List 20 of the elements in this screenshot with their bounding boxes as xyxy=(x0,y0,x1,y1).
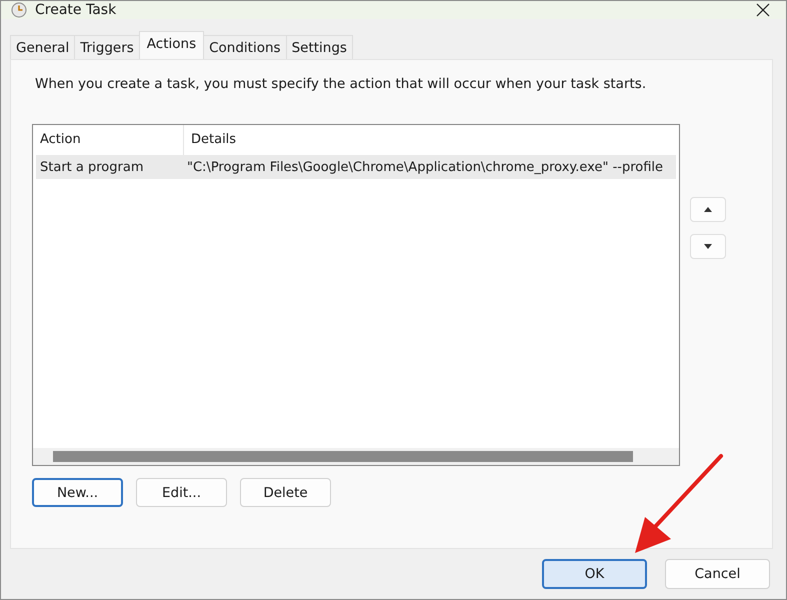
table-row[interactable]: Start a program "C:\Program Files\Google\Chrome\Application\chrome_proxy.exe" --profile xyxy=(36,155,676,179)
action-button[interactable]: Edit... xyxy=(136,478,227,507)
tab[interactable]: Settings xyxy=(286,35,353,59)
move-down-button[interactable] xyxy=(690,234,726,259)
description-text: When you create a task, you must specify the action that will occur when your task starts. xyxy=(35,76,648,92)
table-cell-text: "C:\Program Files\Google\Chrome\Application\chrome_proxy.exe" --profile xyxy=(186,160,664,174)
table-cell-text: Start a program xyxy=(39,160,144,174)
up-triangle-icon xyxy=(704,207,712,212)
dialog-button[interactable]: Cancel xyxy=(665,559,770,589)
window-title: Create Task xyxy=(35,2,116,18)
tab[interactable]: Actions xyxy=(138,31,204,59)
action-button[interactable]: Delete xyxy=(240,478,331,507)
horizontal-scrollbar[interactable] xyxy=(33,448,679,465)
dialog-button[interactable]: OK xyxy=(542,559,647,589)
tab[interactable]: General xyxy=(10,35,76,59)
action-button[interactable]: New... xyxy=(32,478,123,507)
column-header[interactable]: Details xyxy=(184,125,236,155)
move-up-button[interactable] xyxy=(690,197,726,222)
close-icon[interactable] xyxy=(756,3,770,17)
down-triangle-icon xyxy=(704,244,712,249)
